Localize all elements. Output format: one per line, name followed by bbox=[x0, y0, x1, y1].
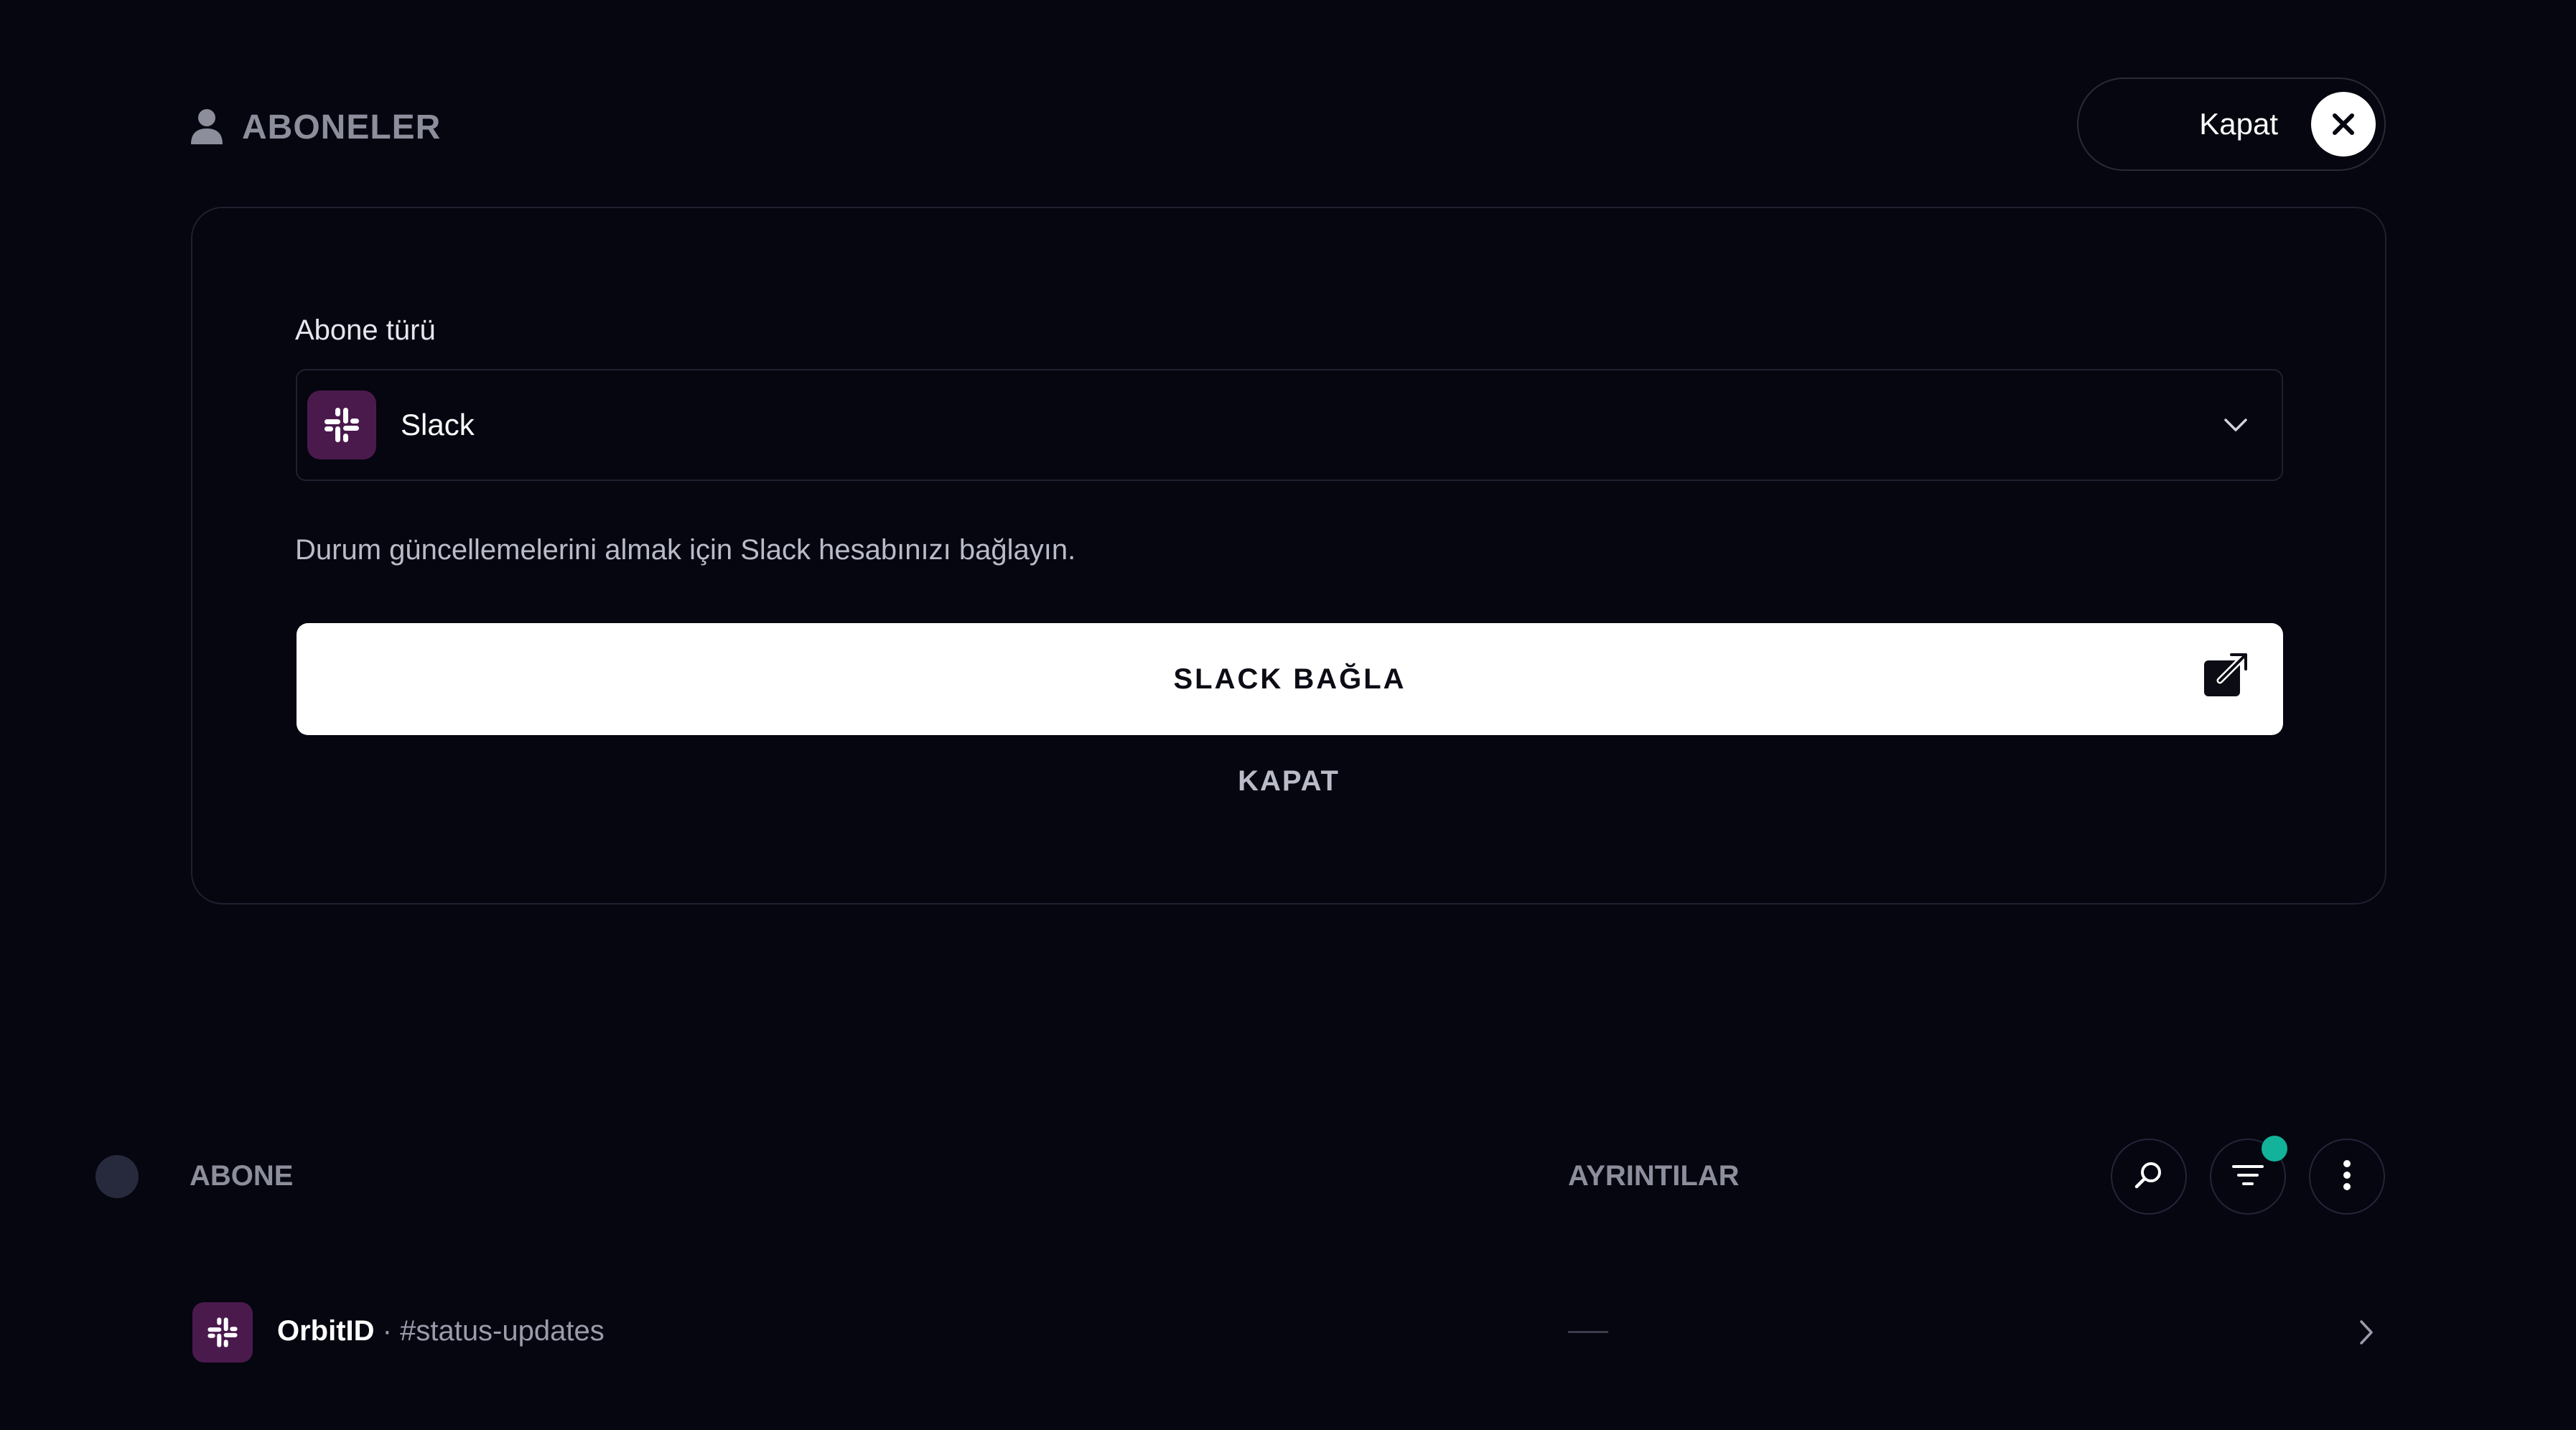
slack-icon bbox=[307, 391, 376, 459]
table-row[interactable]: OrbitID · #status-updates — bbox=[0, 1292, 2576, 1373]
subscriber-type-select[interactable]: Slack bbox=[296, 369, 2283, 481]
filter-button[interactable] bbox=[2210, 1136, 2287, 1215]
connect-description: Durum güncellemelerini almak için Slack … bbox=[295, 534, 1076, 566]
more-options-button[interactable] bbox=[2309, 1139, 2385, 1215]
close-button-label: Kapat bbox=[2199, 107, 2278, 141]
column-header-subscriber[interactable]: ABONE bbox=[190, 1160, 293, 1192]
connect-slack-button[interactable]: SLACK BAĞLA bbox=[297, 623, 2283, 735]
connect-slack-label: SLACK BAĞLA bbox=[1173, 663, 1406, 695]
column-header-details[interactable]: AYRINTILAR bbox=[1568, 1160, 1740, 1192]
page-header: ABONELER bbox=[190, 102, 441, 152]
subscriber-name: OrbitID · #status-updates bbox=[277, 1315, 605, 1347]
details-empty-dash: — bbox=[1568, 1331, 1608, 1333]
external-link-icon bbox=[2203, 651, 2249, 698]
subscriber-type-label: Abone türü bbox=[295, 314, 436, 346]
filter-active-indicator bbox=[2262, 1136, 2287, 1162]
close-icon bbox=[2311, 92, 2376, 156]
slack-icon bbox=[192, 1302, 253, 1363]
table-header: ABONE AYRINTILAR bbox=[0, 1136, 2576, 1216]
name-separator: · bbox=[374, 1315, 401, 1347]
more-vertical-icon bbox=[2342, 1159, 2352, 1195]
search-button[interactable] bbox=[2111, 1139, 2187, 1215]
filter-icon bbox=[2231, 1162, 2264, 1192]
search-icon bbox=[2133, 1159, 2165, 1195]
workspace-name: OrbitID bbox=[277, 1315, 375, 1347]
page-title: ABONELER bbox=[242, 108, 442, 146]
subscriber-type-value: Slack bbox=[401, 408, 475, 441]
close-button[interactable]: Kapat bbox=[2077, 78, 2386, 171]
select-all-checkbox[interactable] bbox=[95, 1155, 139, 1198]
chevron-down-icon bbox=[2221, 411, 2250, 439]
chevron-right-icon bbox=[2353, 1317, 2379, 1348]
subscribers-page: ABONELER Kapat Abone türü Slack Durum gü… bbox=[0, 0, 2576, 1430]
dismiss-button-label: KAPAT bbox=[1238, 765, 1340, 797]
channel-name: #status-updates bbox=[400, 1315, 605, 1347]
subscriber-form-card: Abone türü Slack Durum güncellemelerini … bbox=[191, 207, 2386, 905]
person-icon bbox=[190, 108, 223, 146]
dismiss-button[interactable]: KAPAT bbox=[192, 765, 2385, 798]
